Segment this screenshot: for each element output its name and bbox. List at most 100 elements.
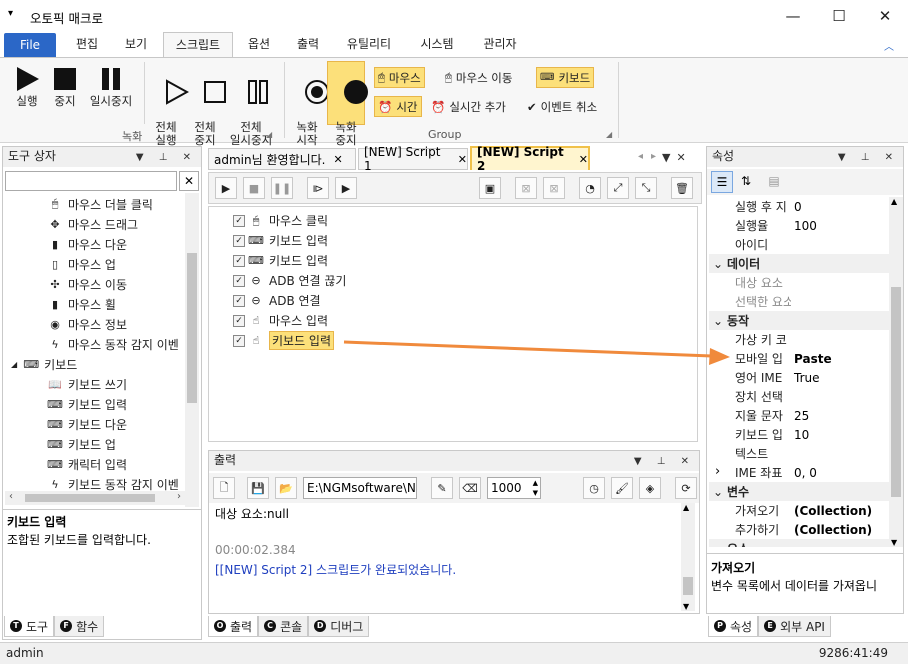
property-row[interactable]: 지울 문자 25	[709, 406, 889, 425]
dialog-launcher-icon[interactable]: ◢	[606, 130, 612, 139]
tab-functions[interactable]: F 함수	[54, 616, 105, 637]
mouse-record-toggle[interactable]: 🖱 마우스	[374, 67, 425, 88]
collapse-chevron-icon[interactable]: ⌄	[709, 314, 727, 328]
tab-output-bottom[interactable]: O 출력	[208, 616, 259, 637]
script-line[interactable]: ✓ ⌨ 키보드 입력	[233, 231, 328, 250]
toolbox-search-input[interactable]	[5, 171, 177, 191]
open-folder-button[interactable]: 📂	[275, 477, 297, 499]
doc-tab-script2[interactable]: [NEW] Script 2 ✕	[470, 145, 590, 173]
script-line[interactable]: ✓ 🖱 마우스 클릭	[233, 211, 328, 230]
categorized-button[interactable]: ☰	[711, 171, 733, 193]
stop-button[interactable]: 중지	[48, 66, 82, 108]
toolbox-hscrollbar[interactable]: ‹ ›	[5, 491, 185, 505]
script-line[interactable]: ✓ ⌨ 키보드 입력	[233, 251, 328, 270]
collapse-chevron-icon[interactable]: ⌄	[709, 485, 727, 499]
collapse-button[interactable]: ⤡	[635, 177, 657, 199]
property-pages-button[interactable]: ▤	[763, 171, 785, 193]
doc-tab-welcome[interactable]: admin님 환영합니다. ✕	[208, 148, 356, 170]
time-record-toggle[interactable]: ⏰ 시간	[374, 96, 422, 117]
refresh-button[interactable]: ⟳	[675, 477, 697, 499]
close-tab-icon[interactable]: ✕	[579, 153, 588, 166]
tab-output[interactable]: 출력	[284, 32, 332, 58]
tab-options[interactable]: 옵션	[236, 32, 282, 58]
panel-header-icons[interactable]: ▼ ⊥ ✕	[136, 149, 197, 167]
realtime-add-toggle[interactable]: ⏰ 실시간 추가	[428, 96, 509, 117]
interval-stepper[interactable]: 1000 ▲ ▼	[487, 477, 541, 499]
checkbox[interactable]: ✓	[233, 274, 245, 287]
property-value[interactable]: 0, 0	[791, 466, 817, 480]
script-line[interactable]: ✓ ⊖ ADB 연결 끊기	[233, 271, 346, 290]
tab-view[interactable]: 보기	[112, 32, 160, 58]
clock-button[interactable]: ◷	[583, 477, 605, 499]
script-line-selected[interactable]: ✓ ☝ 키보드 입력	[233, 331, 335, 350]
property-row[interactable]: › IME 좌표 0, 0	[709, 463, 889, 482]
property-value[interactable]: 0	[791, 200, 802, 214]
property-value[interactable]: 25	[791, 409, 809, 423]
tab-utility[interactable]: 유틸리티	[336, 32, 402, 58]
tree-item[interactable]: ⌨ 키보드 다운	[47, 414, 127, 434]
tree-item[interactable]: ▮ 마우스 다운	[47, 234, 127, 254]
tree-item[interactable]: ⌨ 키보드 입력	[47, 394, 127, 414]
tab-edit[interactable]: 편집	[62, 32, 112, 58]
tree-item[interactable]: ▮ 마우스 휠	[47, 294, 116, 314]
tab-system[interactable]: 시스템	[408, 32, 466, 58]
tab-script[interactable]: 스크립트	[163, 32, 233, 58]
trash-button[interactable]: 🗑	[671, 177, 693, 199]
property-row[interactable]: 실행 후 지 0	[709, 197, 889, 216]
fill-button[interactable]: ◈	[639, 477, 661, 499]
scrollbar-thumb[interactable]	[891, 287, 901, 497]
tab-list-icons[interactable]: ▼✕	[662, 151, 692, 164]
system-menu-icon[interactable]: ▾	[8, 8, 13, 19]
panel-header-icons[interactable]: ▼ ⊥ ✕	[634, 453, 695, 471]
checkbox[interactable]: ✓	[233, 234, 245, 247]
expand-button[interactable]: ⤢	[607, 177, 629, 199]
property-row[interactable]: 텍스트	[709, 444, 889, 463]
close-button[interactable]: ✕	[862, 0, 908, 32]
property-value[interactable]: 100	[791, 219, 817, 233]
tab-tools[interactable]: T 도구	[4, 616, 55, 637]
expand-chevron-icon[interactable]: ›	[715, 464, 720, 479]
property-value[interactable]: Paste	[791, 352, 832, 366]
tab-scroll-icons[interactable]: ◂▸	[638, 151, 664, 162]
tree-item[interactable]: ◉ 마우스 정보	[47, 314, 127, 334]
property-row[interactable]: 장치 선택	[709, 387, 889, 406]
tree-item[interactable]: ⌨ 키보드 업	[47, 434, 116, 454]
checkbox[interactable]: ✓	[233, 294, 245, 307]
run-to-button[interactable]: ▶	[335, 177, 357, 199]
checkbox[interactable]: ✓	[233, 334, 245, 347]
collapse-ribbon-icon[interactable]: ︿	[884, 38, 894, 53]
checkbox[interactable]: ✓	[233, 214, 245, 227]
timer-button[interactable]: ◔	[579, 177, 601, 199]
property-value[interactable]: True	[791, 371, 820, 385]
save-button[interactable]: 💾	[247, 477, 269, 499]
step-button[interactable]: ⧐	[307, 177, 329, 199]
tree-item[interactable]: ϟ 마우스 동작 감지 이벤	[47, 334, 185, 354]
file-tab[interactable]: File	[4, 33, 56, 58]
tree-item[interactable]: ⌨ 캐릭터 입력	[47, 454, 127, 474]
run-script-button[interactable]: ▶	[215, 177, 237, 199]
checkbox[interactable]: ✓	[233, 254, 245, 267]
close-tab-icon[interactable]: ✕	[458, 153, 467, 166]
disabled-button[interactable]: ⊠	[543, 177, 565, 199]
tab-properties[interactable]: P 속성	[708, 616, 759, 637]
property-row[interactable]: 대상 요소	[709, 273, 889, 292]
sort-az-button[interactable]: ⇅	[735, 171, 757, 193]
tab-console[interactable]: C 콘솔	[258, 616, 309, 637]
event-cancel-button[interactable]: ✔ 이벤트 취소	[524, 96, 600, 117]
property-category[interactable]: ⌄ 동작	[709, 311, 889, 330]
keyboard-record-toggle[interactable]: ⌨ 키보드	[536, 67, 595, 88]
erase-button[interactable]: ⌫	[459, 477, 481, 499]
scrollbar-thumb[interactable]	[187, 253, 197, 403]
property-category[interactable]: ⌄ 변수	[709, 482, 889, 501]
property-category[interactable]: ⌄ 데이터	[709, 254, 889, 273]
new-file-button[interactable]: 🗋	[213, 477, 235, 499]
clear-search-button[interactable]: ✕	[179, 171, 199, 191]
property-row[interactable]: 키보드 입 10	[709, 425, 889, 444]
brush-button[interactable]: 🖌	[611, 477, 633, 499]
pause-button[interactable]: 일시중지	[84, 66, 138, 108]
record-stop-button[interactable]: 녹화 중지	[327, 61, 368, 147]
property-row[interactable]: 추가하기 (Collection)	[709, 520, 889, 539]
collapse-chevron-icon[interactable]: ⌄	[709, 542, 727, 548]
output-path-input[interactable]: E:\NGMsoftware\NG	[303, 477, 417, 499]
tab-debug[interactable]: D 디버그	[308, 616, 370, 637]
